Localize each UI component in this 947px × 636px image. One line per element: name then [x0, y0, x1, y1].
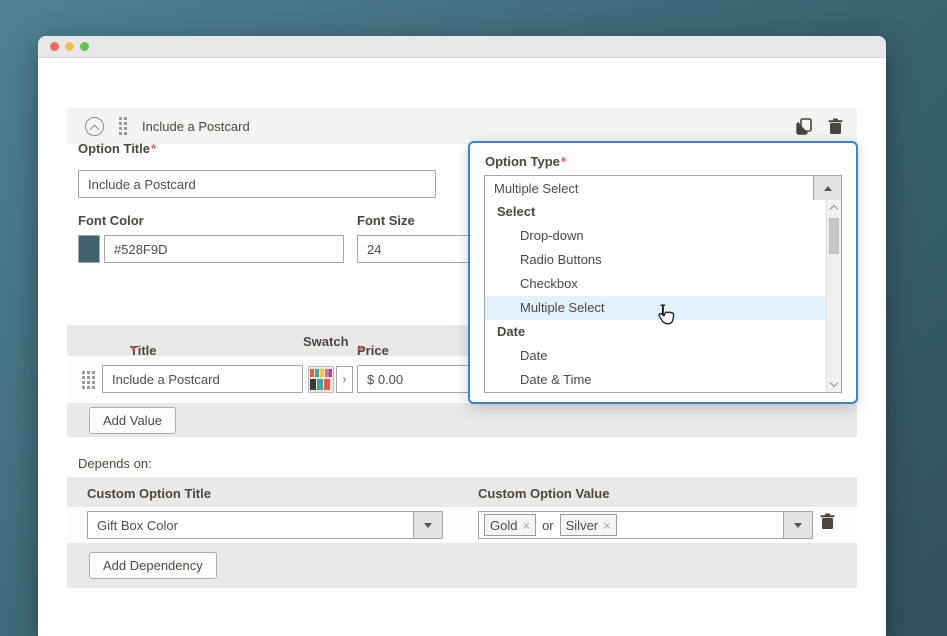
dropdown-scrollbar[interactable]	[826, 200, 841, 392]
option-item-radio-buttons[interactable]: Radio Buttons	[485, 248, 826, 272]
scrollbar-thumb[interactable]	[829, 218, 839, 254]
chevron-up-icon[interactable]	[813, 176, 841, 200]
remove-chip-icon[interactable]: ×	[603, 518, 611, 533]
option-group-select: Select	[497, 204, 536, 219]
option-item-checkbox[interactable]: Checkbox	[485, 272, 826, 296]
app-window: Include a Postcard Option Title* Font Co…	[38, 36, 886, 636]
value-chip-silver: Silver ×	[559, 514, 617, 536]
custom-option-value-header: Custom Option Value	[478, 486, 610, 501]
option-panel-header: Include a Postcard	[67, 108, 857, 144]
value-title-input[interactable]	[102, 365, 303, 393]
scroll-down-icon[interactable]	[829, 378, 839, 388]
font-color-input[interactable]	[104, 235, 344, 263]
option-type-select[interactable]: Multiple Select	[484, 175, 842, 201]
option-item-drop-down[interactable]: Drop-down	[485, 224, 826, 248]
trash-icon	[828, 118, 843, 134]
add-dependency-button[interactable]: Add Dependency	[89, 552, 217, 579]
option-title-label: Option Title*	[78, 141, 157, 156]
zoom-window-icon[interactable]	[80, 42, 89, 51]
value-swatch-thumbnail[interactable]	[308, 366, 334, 393]
remove-chip-icon[interactable]: ×	[522, 518, 530, 533]
scroll-up-icon[interactable]	[829, 204, 839, 214]
dependency-row: Gift Box Color Gold × or Silver ×	[67, 507, 857, 543]
row-drag-handle-icon[interactable]	[82, 371, 95, 389]
dependency-table: Custom Option Title Custom Option Value …	[67, 477, 857, 588]
delete-option-button[interactable]	[828, 118, 843, 135]
drag-handle-icon[interactable]	[119, 117, 127, 135]
depends-on-label: Depends on:	[78, 456, 152, 471]
chip-joiner-label: or	[542, 517, 554, 533]
chevron-down-icon[interactable]	[783, 512, 812, 538]
option-type-dropdown-panel: Option Type* Multiple Select Select Drop…	[468, 141, 858, 404]
dependency-table-header: Custom Option Title Custom Option Value	[67, 477, 857, 507]
copy-icon	[796, 117, 812, 135]
minimize-window-icon[interactable]	[65, 42, 74, 51]
swatch-expand-button[interactable]: ›	[336, 366, 353, 393]
add-value-button[interactable]: Add Value	[89, 407, 177, 434]
option-title-input[interactable]	[78, 170, 436, 198]
font-color-swatch[interactable]	[78, 235, 100, 263]
trash-icon	[820, 513, 835, 529]
chevron-down-icon[interactable]	[413, 512, 442, 538]
delete-dependency-button[interactable]	[820, 513, 835, 530]
hand-cursor-icon	[658, 304, 675, 325]
swatch-column-header: Swatch	[303, 334, 349, 349]
custom-option-title-select[interactable]: Gift Box Color	[87, 511, 443, 539]
font-color-label: Font Color	[78, 213, 144, 228]
window-titlebar	[38, 36, 886, 58]
option-item-date-time[interactable]: Date & Time	[485, 368, 826, 392]
value-chip-gold: Gold ×	[484, 514, 537, 536]
option-panel-title: Include a Postcard	[142, 118, 250, 134]
collapse-chevron-icon[interactable]	[85, 116, 104, 136]
values-table-footer: Add Value	[67, 403, 857, 437]
duplicate-option-button[interactable]	[796, 117, 813, 135]
option-item-date[interactable]: Date	[485, 344, 826, 368]
font-size-label: Font Size	[357, 213, 415, 228]
option-type-option-list: Select Drop-down Radio Buttons Checkbox …	[484, 200, 842, 393]
close-window-icon[interactable]	[50, 42, 59, 51]
custom-option-value-multiselect[interactable]: Gold × or Silver ×	[478, 511, 813, 539]
custom-option-title-header: Custom Option Title	[87, 486, 211, 501]
dependency-table-footer: Add Dependency	[67, 543, 857, 588]
option-type-label: Option Type*	[485, 154, 566, 169]
